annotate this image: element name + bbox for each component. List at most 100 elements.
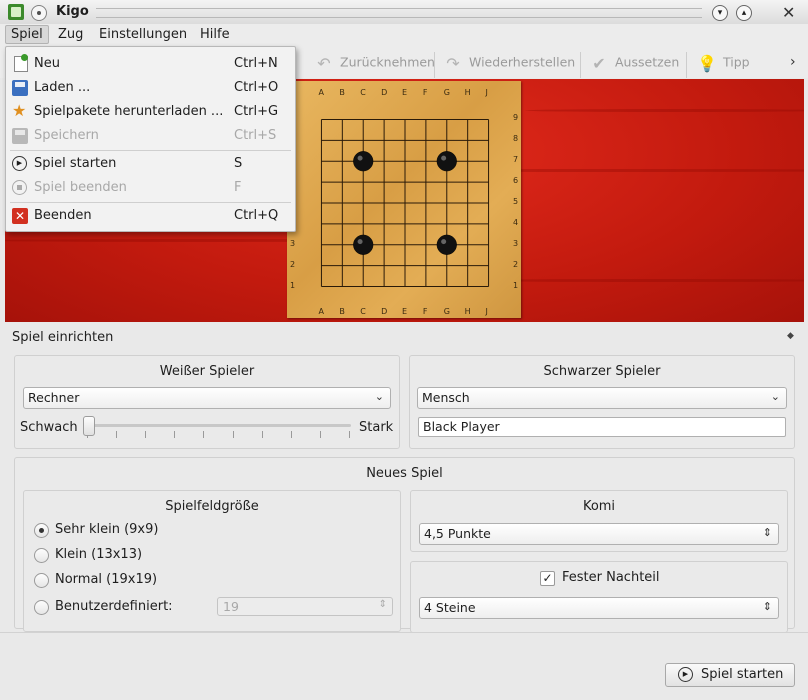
- handicap-group: ✓ Fester Nachteil 4 Steine ⇕: [410, 561, 788, 633]
- board-column-label: D: [381, 88, 388, 97]
- black-player-name-field[interactable]: Black Player: [418, 417, 786, 437]
- board-grid[interactable]: [311, 109, 499, 297]
- panel-divider: [0, 632, 808, 633]
- menu-item-label: Spielpakete herunterladen ...: [34, 104, 224, 119]
- black-stone: [353, 151, 374, 172]
- undo-label: Zurücknehmen: [340, 54, 435, 70]
- menu-item-laden[interactable]: Laden ... Ctrl+O: [6, 76, 295, 100]
- handicap-label: Fester Nachteil: [562, 570, 660, 585]
- menu-item-beenden[interactable]: ✕ Beenden Ctrl+Q: [6, 204, 295, 228]
- menu-item-spiel-beenden[interactable]: Spiel beenden F: [6, 176, 295, 200]
- menu-item-speichern[interactable]: Speichern Ctrl+S: [6, 124, 295, 148]
- redo-icon: ↷: [446, 54, 460, 73]
- board-column-label: H: [464, 88, 471, 97]
- black-player-group: Schwarzer Spieler Mensch ⌄ Black Player: [409, 355, 795, 449]
- black-stone: [436, 151, 457, 172]
- toolbar-overflow-button[interactable]: ›: [790, 54, 796, 70]
- board-row-label: 1: [290, 280, 296, 290]
- board-row-label: 6: [513, 176, 519, 186]
- minimize-button[interactable]: ▾: [712, 5, 728, 21]
- board-size-radio-custom[interactable]: [34, 600, 49, 615]
- pass-button[interactable]: ✔ Aussetzen: [589, 54, 680, 73]
- board-size-radio-9x9[interactable]: [34, 523, 49, 538]
- kigo-app-icon[interactable]: [8, 4, 24, 20]
- slider-tick: [203, 431, 205, 438]
- menu-item-label: Spiel beenden: [34, 180, 127, 195]
- redo-button[interactable]: ↷ Wiederherstellen: [443, 54, 575, 73]
- handicap-checkbox[interactable]: ✓: [540, 571, 555, 586]
- board-column-label: C: [360, 88, 366, 97]
- chevron-down-icon: ⌄: [374, 390, 384, 403]
- menu-einstellungen[interactable]: Einstellungen: [95, 27, 191, 42]
- board-size-radio-19x19[interactable]: [34, 573, 49, 588]
- spin-arrows-icon: ⇕: [762, 600, 772, 613]
- black-player-type-value: Mensch: [422, 390, 470, 405]
- menu-separator: [10, 202, 291, 203]
- board-size-radio-13x13[interactable]: [34, 548, 49, 563]
- board-row-label: 7: [513, 155, 519, 165]
- white-player-type-select[interactable]: Rechner ⌄: [23, 387, 391, 409]
- board-column-label: B: [339, 88, 345, 97]
- hint-label: Tipp: [723, 54, 750, 70]
- board-size-label-9x9: Sehr klein (9x9): [55, 522, 159, 537]
- play-icon: ▶: [678, 667, 693, 682]
- star-icon: ★: [12, 101, 27, 120]
- toolbar-separator: [580, 52, 581, 78]
- board-column-label: J: [485, 88, 488, 97]
- board-row-label: 2: [513, 259, 519, 269]
- menu-item-label: Laden ...: [34, 80, 91, 95]
- slider-tick: [290, 431, 292, 438]
- board-size-label-custom: Benutzerdefiniert:: [55, 599, 173, 614]
- toolbar-separator: [686, 52, 687, 78]
- new-game-group: Neues Spiel Spielfeldgröße Sehr klein (9…: [14, 457, 795, 633]
- toolbar-separator: [434, 52, 435, 78]
- board-column-label: F: [422, 88, 428, 97]
- menu-item-neu[interactable]: Neu Ctrl+N: [6, 52, 295, 76]
- board-column-label: G: [443, 307, 450, 316]
- start-game-label: Spiel starten: [701, 667, 784, 682]
- board-column-label: E: [402, 307, 408, 316]
- komi-spinbox[interactable]: 4,5 Punkte ⇕: [419, 523, 779, 545]
- stop-icon: [12, 180, 27, 195]
- menu-item-label: Neu: [34, 56, 60, 71]
- white-player-type-value: Rechner: [28, 390, 80, 405]
- board-column-label: A: [318, 307, 324, 316]
- board-column-label: D: [381, 307, 388, 316]
- strong-label: Stark: [359, 420, 394, 435]
- menu-hilfe[interactable]: Hilfe: [196, 27, 234, 42]
- menu-item-spiel-starten[interactable]: ▶ Spiel starten S: [6, 152, 295, 176]
- undo-button[interactable]: ↶ Zurücknehmen: [314, 54, 435, 73]
- close-button[interactable]: ✕: [782, 4, 800, 22]
- spin-arrows-icon: ⇕: [762, 526, 772, 539]
- start-game-button[interactable]: ▶ Spiel starten: [665, 663, 795, 687]
- maximize-button[interactable]: ▴: [736, 5, 752, 21]
- custom-size-value: 19: [223, 599, 239, 614]
- handicap-value: 4 Steine: [424, 600, 476, 615]
- weak-label: Schwach: [20, 420, 78, 435]
- strength-slider-handle[interactable]: [83, 416, 95, 436]
- quit-icon: ✕: [12, 208, 28, 224]
- board-size-label-19x19: Normal (19x19): [55, 572, 158, 587]
- menu-item-label: Spiel starten: [34, 156, 117, 171]
- board-size-label-13x13: Klein (13x13): [55, 547, 143, 562]
- menu-spiel[interactable]: Spiel: [5, 25, 49, 44]
- checkmark-icon: ✔: [592, 54, 606, 73]
- komi-group: Komi 4,5 Punkte ⇕: [410, 490, 788, 552]
- board-column-label: H: [464, 307, 471, 316]
- strength-slider-track[interactable]: [83, 424, 351, 427]
- collapse-icon[interactable]: ◆: [787, 331, 794, 341]
- menu-item-shortcut: Ctrl+N: [234, 56, 278, 71]
- undo-icon: ↶: [317, 54, 331, 73]
- custom-size-spinbox[interactable]: 19 ⇕: [217, 597, 393, 616]
- hint-button[interactable]: 💡 Tipp: [697, 54, 750, 73]
- menu-item-spielpakete[interactable]: ★ Spielpakete herunterladen ... Ctrl+G: [6, 100, 295, 124]
- menu-zug[interactable]: Zug: [54, 27, 87, 42]
- handicap-spinbox[interactable]: 4 Steine ⇕: [419, 597, 779, 619]
- pass-label: Aussetzen: [615, 54, 680, 70]
- pin-icon[interactable]: [31, 5, 47, 21]
- menu-item-shortcut: Ctrl+O: [234, 80, 279, 95]
- spiel-menu-dropdown: Neu Ctrl+N Laden ... Ctrl+O ★ Spielpaket…: [5, 46, 296, 232]
- setup-header: Spiel einrichten ◆: [5, 325, 804, 349]
- go-board[interactable]: A A B B C C D D E E F F G G H H J J 9 8 7 6 5 4 3 2 1 3 2 1: [287, 81, 521, 318]
- black-player-type-select[interactable]: Mensch ⌄: [417, 387, 787, 409]
